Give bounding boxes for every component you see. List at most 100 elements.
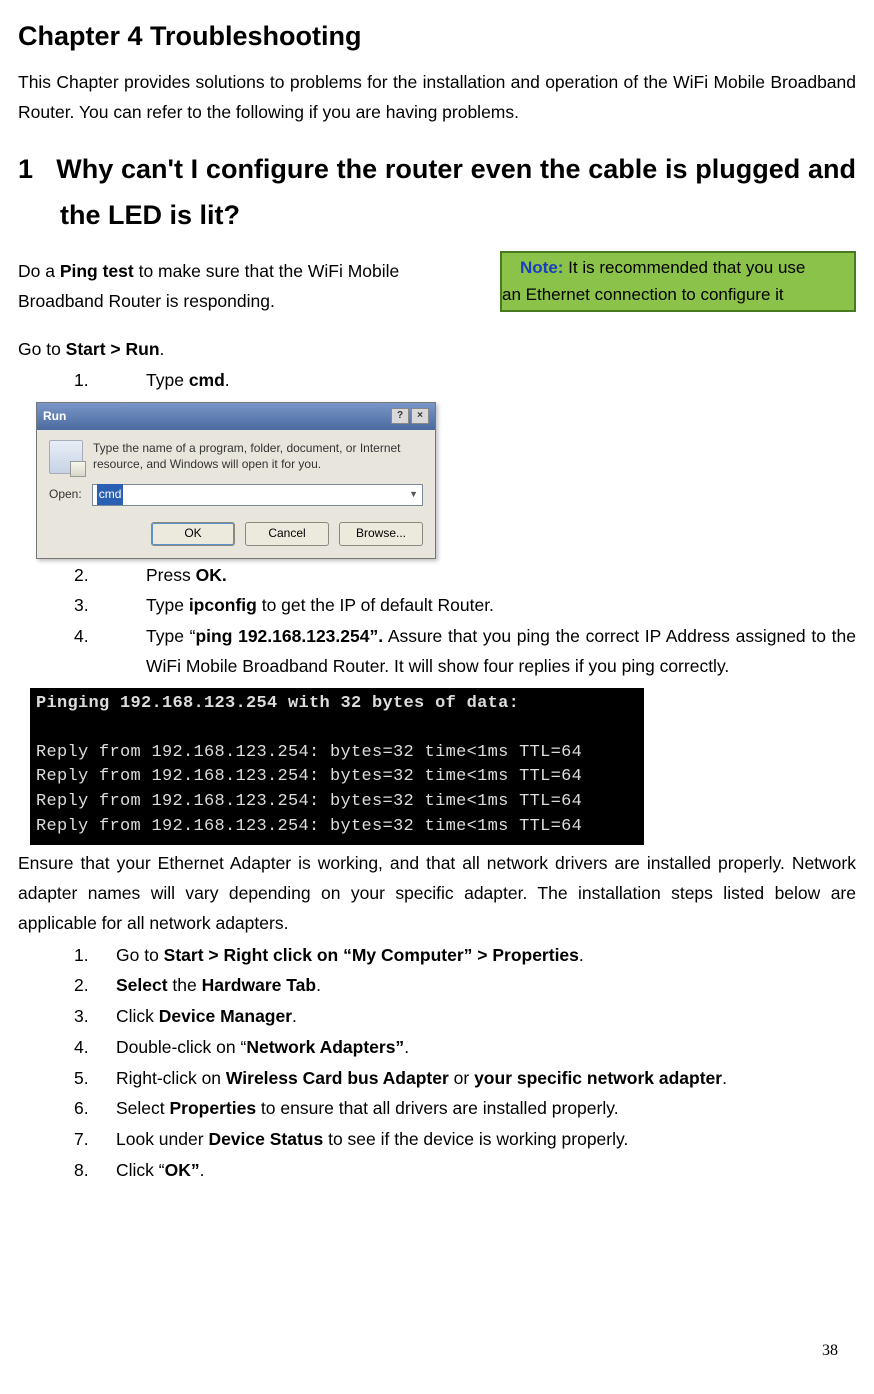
item-text: Click Device Manager. bbox=[116, 1002, 856, 1032]
steps-list-a-cont: 2. Press OK. 3. Type ipconfig to get the… bbox=[18, 561, 856, 682]
item-number: 8. bbox=[74, 1156, 116, 1186]
browse-button[interactable]: Browse... bbox=[339, 522, 423, 546]
list-item: 4. Type “ping 192.168.123.254”. Assure t… bbox=[18, 622, 856, 682]
text: . bbox=[579, 945, 584, 965]
item-number: 5. bbox=[74, 1064, 116, 1094]
chapter-heading: Chapter 4 Troubleshooting bbox=[18, 14, 856, 60]
item-text: Select Properties to ensure that all dri… bbox=[116, 1094, 856, 1124]
bold: ipconfig bbox=[189, 595, 257, 615]
text: Do a bbox=[18, 261, 60, 281]
ping-instruction: Do a Ping test to make sure that the WiF… bbox=[18, 257, 488, 317]
list-item: 2.Select the Hardware Tab. bbox=[18, 971, 856, 1001]
text: Press bbox=[146, 565, 196, 585]
note-line2: an Ethernet connection to configure it bbox=[502, 285, 784, 304]
bold: Select bbox=[116, 975, 168, 995]
list-item: 8.Click “OK”. bbox=[18, 1156, 856, 1186]
bold: Properties bbox=[170, 1098, 257, 1118]
text: Type “ bbox=[146, 626, 195, 646]
section-number: 1 bbox=[18, 154, 33, 184]
close-icon: × bbox=[411, 408, 429, 424]
bold: Start > Right click on “My Computer” > P… bbox=[164, 945, 579, 965]
item-number: 1. bbox=[74, 941, 116, 971]
bold: cmd bbox=[189, 370, 225, 390]
bold: OK” bbox=[165, 1160, 200, 1180]
note-line1: It is recommended that you use bbox=[563, 258, 805, 277]
item-text: Select the Hardware Tab. bbox=[116, 971, 856, 1001]
item-text: Click “OK”. bbox=[116, 1156, 856, 1186]
cmd-output-screenshot: Pinging 192.168.123.254 with 32 bytes of… bbox=[30, 688, 644, 846]
open-input-value: cmd bbox=[97, 484, 124, 504]
text: to get the IP of default Router. bbox=[257, 595, 494, 615]
text: . bbox=[404, 1037, 409, 1057]
bold: Device Manager bbox=[159, 1006, 292, 1026]
text: . bbox=[200, 1160, 205, 1180]
text: . bbox=[292, 1006, 297, 1026]
text: Go to bbox=[116, 945, 164, 965]
item-number: 2. bbox=[74, 561, 146, 591]
ensure-paragraph: Ensure that your Ethernet Adapter is wor… bbox=[18, 849, 856, 938]
text: to ensure that all drivers are installed… bbox=[256, 1098, 619, 1118]
section-heading: 1 Why can't I configure the router even … bbox=[18, 147, 856, 239]
item-number: 1. bbox=[74, 366, 146, 396]
text: Click “ bbox=[116, 1160, 165, 1180]
item-text: Double-click on “Network Adapters”. bbox=[116, 1033, 856, 1063]
text: or bbox=[449, 1068, 474, 1088]
note-label: Note: bbox=[520, 258, 563, 277]
help-icon: ? bbox=[391, 408, 409, 424]
list-item: 3.Click Device Manager. bbox=[18, 1002, 856, 1032]
text: . bbox=[160, 339, 165, 359]
text: . bbox=[722, 1068, 727, 1088]
steps-list-a: 1. Type cmd. bbox=[18, 366, 856, 396]
item-number: 4. bbox=[74, 622, 146, 682]
dropdown-icon: ▼ bbox=[407, 487, 420, 502]
bold: Hardware Tab bbox=[202, 975, 316, 995]
text: . bbox=[316, 975, 321, 995]
item-text: Look under Device Status to see if the d… bbox=[116, 1125, 856, 1155]
text: Type bbox=[146, 595, 189, 615]
list-item: 3. Type ipconfig to get the IP of defaul… bbox=[18, 591, 856, 621]
start-run-bold: Start > Run bbox=[66, 339, 160, 359]
item-number: 7. bbox=[74, 1125, 116, 1155]
text: Click bbox=[116, 1006, 159, 1026]
run-dialog-screenshot: Run ? × Type the name of a program, fold… bbox=[36, 402, 436, 558]
bold: OK. bbox=[196, 565, 227, 585]
run-titlebar: Run ? × bbox=[37, 403, 435, 429]
list-item: 2. Press OK. bbox=[18, 561, 856, 591]
text: Double-click on “ bbox=[116, 1037, 246, 1057]
bold: Device Status bbox=[208, 1129, 323, 1149]
text: Type bbox=[146, 370, 189, 390]
bold: your specific network adapter bbox=[474, 1068, 722, 1088]
list-item: 5.Right-click on Wireless Card bus Adapt… bbox=[18, 1064, 856, 1094]
item-number: 2. bbox=[74, 971, 116, 1001]
list-item: 6.Select Properties to ensure that all d… bbox=[18, 1094, 856, 1124]
ok-button[interactable]: OK bbox=[151, 522, 235, 546]
text: Right-click on bbox=[116, 1068, 226, 1088]
text: to see if the device is working properly… bbox=[323, 1129, 628, 1149]
item-number: 3. bbox=[74, 1002, 116, 1032]
item-text: Right-click on Wireless Card bus Adapter… bbox=[116, 1064, 856, 1094]
text: Go to bbox=[18, 339, 66, 359]
list-item: 1. Type cmd. bbox=[18, 366, 856, 396]
text: Look under bbox=[116, 1129, 208, 1149]
bold: Network Adapters” bbox=[246, 1037, 404, 1057]
item-number: 4. bbox=[74, 1033, 116, 1063]
run-icon bbox=[49, 440, 83, 474]
steps-list-b: 1.Go to Start > Right click on “My Compu… bbox=[18, 941, 856, 1186]
bold: Wireless Card bus Adapter bbox=[226, 1068, 449, 1088]
text: Select bbox=[116, 1098, 170, 1118]
list-item: 7.Look under Device Status to see if the… bbox=[18, 1125, 856, 1155]
item-number: 3. bbox=[74, 591, 146, 621]
ping-and-note-row: Do a Ping test to make sure that the WiF… bbox=[18, 257, 856, 317]
item-number: 6. bbox=[74, 1094, 116, 1124]
list-item: 4.Double-click on “Network Adapters”. bbox=[18, 1033, 856, 1063]
text: the bbox=[168, 975, 202, 995]
cancel-button[interactable]: Cancel bbox=[245, 522, 329, 546]
intro-paragraph: This Chapter provides solutions to probl… bbox=[18, 68, 856, 128]
open-input[interactable]: cmd ▼ bbox=[92, 484, 423, 506]
text: . bbox=[225, 370, 230, 390]
note-box: Note: It is recommended that you use an … bbox=[500, 251, 856, 312]
bold: ping 192.168.123.254”. bbox=[195, 626, 383, 646]
open-label: Open: bbox=[49, 484, 82, 504]
page-number: 38 bbox=[822, 1337, 838, 1364]
ping-test-bold: Ping test bbox=[60, 261, 134, 281]
